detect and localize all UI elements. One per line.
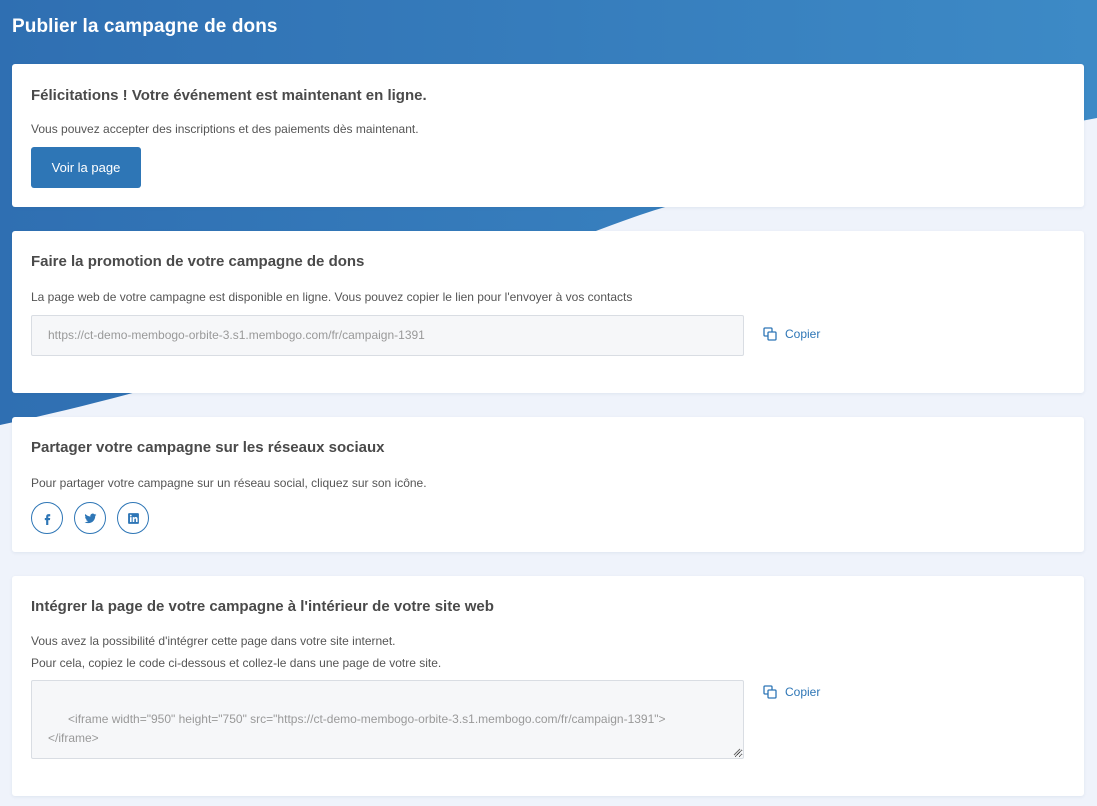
social-card-text: Pour partager votre campagne sur un rése… bbox=[31, 476, 427, 490]
social-card-heading: Partager votre campagne sur les réseaux … bbox=[31, 439, 385, 456]
embed-code-field[interactable]: <iframe width="950" height="750" src="ht… bbox=[31, 680, 744, 759]
online-card: Félicitations ! Votre événement est main… bbox=[12, 64, 1084, 207]
copy-embed-button[interactable]: Copier bbox=[763, 685, 820, 699]
twitter-icon bbox=[84, 513, 96, 523]
page-title: Publier la campagne de dons bbox=[12, 16, 278, 37]
copy-icon bbox=[763, 327, 777, 341]
social-card: Partager votre campagne sur les réseaux … bbox=[12, 417, 1084, 552]
online-card-text: Vous pouvez accepter des inscriptions et… bbox=[31, 122, 419, 136]
resize-grip-icon[interactable] bbox=[733, 748, 741, 756]
copy-link-button[interactable]: Copier bbox=[763, 327, 820, 341]
promote-card-text: La page web de votre campagne est dispon… bbox=[31, 290, 633, 304]
social-buttons bbox=[31, 502, 149, 534]
copy-icon bbox=[763, 685, 777, 699]
embed-card-text-line2: Pour cela, copiez le code ci-dessous et … bbox=[31, 656, 442, 670]
share-twitter-button[interactable] bbox=[74, 502, 106, 534]
promote-card-heading: Faire la promotion de votre campagne de … bbox=[31, 253, 365, 270]
linkedin-icon bbox=[127, 512, 139, 524]
share-linkedin-button[interactable] bbox=[117, 502, 149, 534]
embed-card-heading: Intégrer la page de votre campagne à l'i… bbox=[31, 598, 494, 615]
view-page-button[interactable]: Voir la page bbox=[31, 147, 141, 188]
online-card-heading: Félicitations ! Votre événement est main… bbox=[31, 87, 427, 104]
copy-link-label: Copier bbox=[785, 327, 821, 341]
copy-embed-label: Copier bbox=[785, 685, 821, 699]
embed-card: Intégrer la page de votre campagne à l'i… bbox=[12, 576, 1084, 796]
campaign-url-field[interactable]: https://ct-demo-membogo-orbite-3.s1.memb… bbox=[31, 315, 744, 356]
promote-card: Faire la promotion de votre campagne de … bbox=[12, 231, 1084, 393]
embed-code-text: <iframe width="950" height="750" src="ht… bbox=[48, 712, 666, 745]
share-facebook-button[interactable] bbox=[31, 502, 63, 534]
embed-card-text-line1: Vous avez la possibilité d'intégrer cett… bbox=[31, 634, 396, 648]
facebook-icon bbox=[44, 513, 50, 525]
